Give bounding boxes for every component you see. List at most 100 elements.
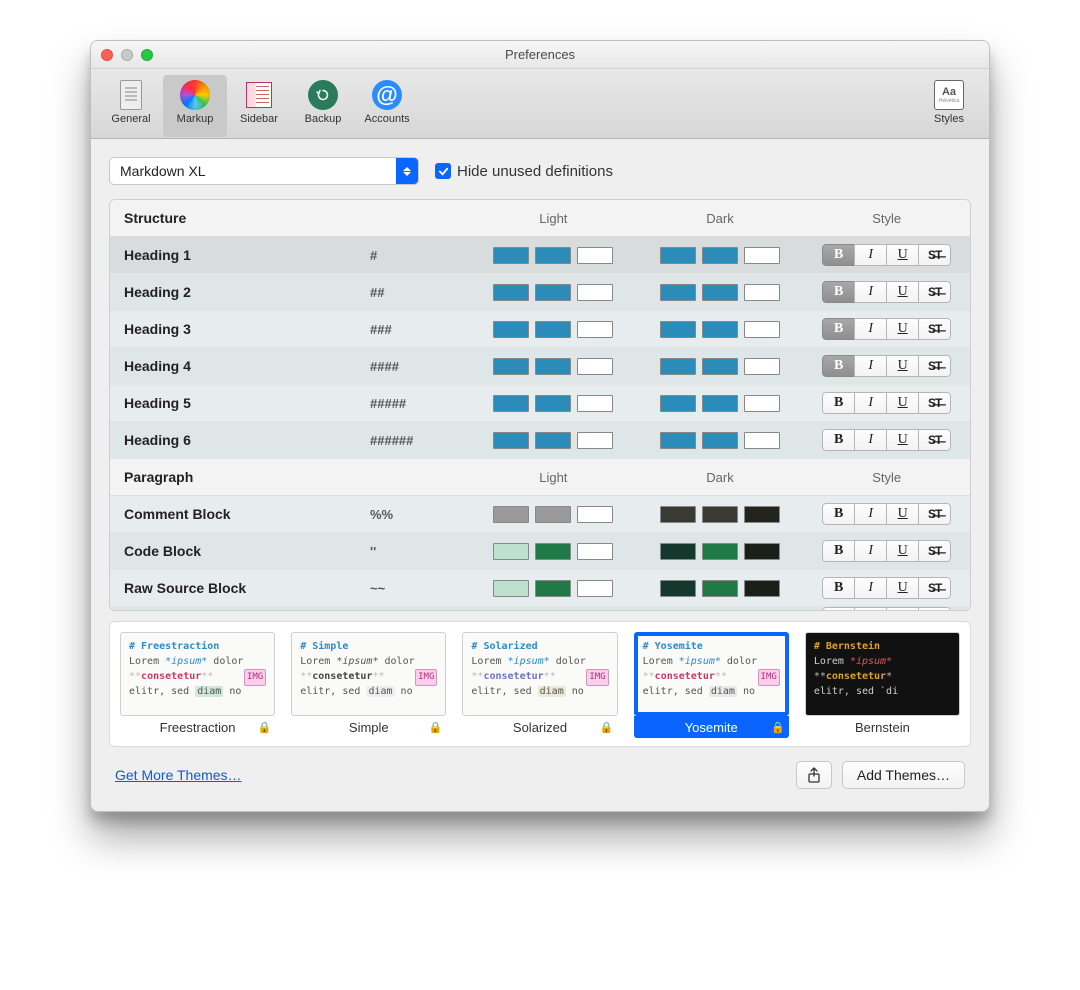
style-U-toggle[interactable]: U xyxy=(886,392,919,414)
color-swatch[interactable] xyxy=(744,247,780,264)
theme-card[interactable]: # SimpleLorem *ipsum* dolor**consetetur*… xyxy=(291,632,446,738)
toolbar-general[interactable]: General xyxy=(99,75,163,137)
table-row[interactable]: Heading 4####BIUS̶T̶ xyxy=(110,348,970,385)
style-I-toggle[interactable]: I xyxy=(854,540,887,562)
style-S-toggle[interactable]: S̶T̶ xyxy=(918,503,951,525)
color-swatch[interactable] xyxy=(702,247,738,264)
color-swatch[interactable] xyxy=(744,321,780,338)
toolbar-markup[interactable]: Markup xyxy=(163,75,227,137)
color-swatch[interactable] xyxy=(577,543,613,560)
theme-card[interactable]: # YosemiteLorem *ipsum* dolor**consetetu… xyxy=(634,632,789,738)
color-swatch[interactable] xyxy=(493,395,529,412)
style-B-toggle[interactable]: B xyxy=(822,540,855,562)
style-S-toggle[interactable]: S̶T̶ xyxy=(918,540,951,562)
color-swatch[interactable] xyxy=(577,506,613,523)
style-U-toggle[interactable]: U xyxy=(886,540,919,562)
table-row[interactable]: Comment Block%%BIUS̶T̶ xyxy=(110,496,970,533)
style-U-toggle[interactable]: U xyxy=(886,244,919,266)
color-swatch[interactable] xyxy=(535,284,571,301)
color-swatch[interactable] xyxy=(493,506,529,523)
style-I-toggle[interactable]: I xyxy=(854,281,887,303)
style-B-toggle[interactable]: B xyxy=(822,607,855,611)
style-U-toggle[interactable]: U xyxy=(886,355,919,377)
color-swatch[interactable] xyxy=(535,543,571,560)
style-B-toggle[interactable]: B xyxy=(822,429,855,451)
color-swatch[interactable] xyxy=(660,358,696,375)
color-swatch[interactable] xyxy=(702,543,738,560)
color-swatch[interactable] xyxy=(493,321,529,338)
color-swatch[interactable] xyxy=(660,247,696,264)
share-button[interactable] xyxy=(796,761,832,789)
table-row[interactable]: Heading 1#BIUS̶T̶ xyxy=(110,237,970,274)
color-swatch[interactable] xyxy=(577,432,613,449)
color-swatch[interactable] xyxy=(702,432,738,449)
style-U-toggle[interactable]: U xyxy=(886,503,919,525)
style-B-toggle[interactable]: B xyxy=(822,577,855,599)
color-swatch[interactable] xyxy=(660,395,696,412)
color-swatch[interactable] xyxy=(535,395,571,412)
color-swatch[interactable] xyxy=(535,321,571,338)
toolbar-backup[interactable]: Backup xyxy=(291,75,355,137)
color-swatch[interactable] xyxy=(493,247,529,264)
color-swatch[interactable] xyxy=(577,610,613,612)
color-swatch[interactable] xyxy=(744,610,780,612)
color-swatch[interactable] xyxy=(493,543,529,560)
style-I-toggle[interactable]: I xyxy=(854,392,887,414)
color-swatch[interactable] xyxy=(493,284,529,301)
color-swatch[interactable] xyxy=(577,580,613,597)
style-B-toggle[interactable]: B xyxy=(822,281,855,303)
add-themes-button[interactable]: Add Themes… xyxy=(842,761,965,789)
color-swatch[interactable] xyxy=(493,358,529,375)
close-icon[interactable] xyxy=(101,49,113,61)
style-U-toggle[interactable]: U xyxy=(886,577,919,599)
table-row[interactable]: Heading 6######BIUS̶T̶ xyxy=(110,422,970,459)
theme-card[interactable]: # BernsteinLorem *ipsum***consetetur*eli… xyxy=(805,632,960,738)
color-swatch[interactable] xyxy=(744,358,780,375)
style-B-toggle[interactable]: B xyxy=(822,244,855,266)
color-swatch[interactable] xyxy=(702,284,738,301)
style-U-toggle[interactable]: U xyxy=(886,281,919,303)
style-U-toggle[interactable]: U xyxy=(886,429,919,451)
style-I-toggle[interactable]: I xyxy=(854,355,887,377)
style-S-toggle[interactable]: S̶T̶ xyxy=(918,355,951,377)
color-swatch[interactable] xyxy=(577,247,613,264)
zoom-icon[interactable] xyxy=(141,49,153,61)
color-swatch[interactable] xyxy=(535,610,571,612)
theme-card[interactable]: # FreestractionLorem *ipsum* dolor**cons… xyxy=(120,632,275,738)
style-S-toggle[interactable]: S̶T̶ xyxy=(918,318,951,340)
style-B-toggle[interactable]: B xyxy=(822,355,855,377)
color-swatch[interactable] xyxy=(535,580,571,597)
color-swatch[interactable] xyxy=(702,321,738,338)
style-I-toggle[interactable]: I xyxy=(854,577,887,599)
color-swatch[interactable] xyxy=(744,506,780,523)
color-swatch[interactable] xyxy=(577,395,613,412)
color-swatch[interactable] xyxy=(535,247,571,264)
color-swatch[interactable] xyxy=(660,321,696,338)
style-I-toggle[interactable]: I xyxy=(854,244,887,266)
table-row[interactable]: Raw Source Block~~BIUS̶T̶ xyxy=(110,570,970,607)
table-row[interactable]: Code Block''BIUS̶T̶ xyxy=(110,533,970,570)
color-swatch[interactable] xyxy=(493,432,529,449)
style-S-toggle[interactable]: S̶T̶ xyxy=(918,392,951,414)
color-swatch[interactable] xyxy=(744,432,780,449)
color-swatch[interactable] xyxy=(493,580,529,597)
style-B-toggle[interactable]: B xyxy=(822,392,855,414)
theme-card[interactable]: # SolarizedLorem *ipsum* dolor**consetet… xyxy=(462,632,617,738)
style-U-toggle[interactable]: U xyxy=(886,318,919,340)
table-row[interactable]: Divider----BIUS̶T̶ xyxy=(110,607,970,611)
color-swatch[interactable] xyxy=(660,580,696,597)
markup-select[interactable]: Markdown XL xyxy=(109,157,419,185)
hide-unused-checkbox[interactable]: Hide unused definitions xyxy=(435,163,613,180)
table-row[interactable]: Heading 3###BIUS̶T̶ xyxy=(110,311,970,348)
toolbar-styles[interactable]: AaHelvetica Styles xyxy=(917,75,981,137)
style-I-toggle[interactable]: I xyxy=(854,503,887,525)
color-swatch[interactable] xyxy=(702,580,738,597)
color-swatch[interactable] xyxy=(660,506,696,523)
color-swatch[interactable] xyxy=(660,432,696,449)
get-more-themes-link[interactable]: Get More Themes… xyxy=(115,767,242,783)
color-swatch[interactable] xyxy=(535,432,571,449)
toolbar-accounts[interactable]: @Accounts xyxy=(355,75,419,137)
color-swatch[interactable] xyxy=(702,395,738,412)
color-swatch[interactable] xyxy=(702,506,738,523)
color-swatch[interactable] xyxy=(744,284,780,301)
